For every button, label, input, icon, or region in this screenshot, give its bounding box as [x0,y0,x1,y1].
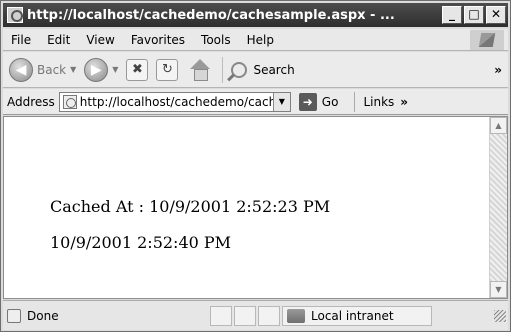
links-separator [354,91,356,112]
go-label: Go [321,94,339,109]
address-dropdown-icon[interactable]: ▼ [272,92,290,111]
links-button[interactable]: Links [363,95,394,109]
go-arrow-icon: ➜ [298,92,317,111]
toolbar-overflow-chevron[interactable]: » [494,63,502,77]
forward-button[interactable]: ▶ [84,57,109,82]
intranet-zone-icon [287,308,305,323]
address-url[interactable]: http://localhost/cachedemo/cachesample.a… [80,95,273,109]
status-panel [210,305,232,326]
forward-dropdown-icon[interactable]: ▼ [112,65,118,74]
search-icon [231,61,248,78]
address-label: Address [7,94,55,109]
back-arrow-icon: ◀ [9,57,33,82]
scroll-track[interactable] [490,134,507,281]
standard-toolbar: ◀ Back ▼ ▶ ▼ ✖ ↻ Search » [3,52,508,88]
back-button[interactable]: ◀ Back ▼ [9,57,76,82]
vertical-scrollbar[interactable]: ▲ ▼ [489,117,507,298]
resize-grip-icon[interactable] [494,309,506,322]
search-button[interactable]: Search [231,61,295,78]
home-button[interactable] [188,58,212,81]
document-body: Cached At : 10/9/2001 2:52:23 PM 10/9/20… [4,117,490,298]
security-zone-panel[interactable]: Local intranet [282,305,432,326]
window-title: http://localhost/cachedemo/cachesample.a… [27,7,395,23]
status-done-text: Done [27,308,59,323]
menu-help[interactable]: Help [239,33,282,47]
toolbar-separator [222,56,224,83]
ie-page-icon [7,7,23,23]
status-panel [234,305,256,326]
search-label: Search [253,62,295,77]
page-done-icon [7,308,21,323]
back-label: Back [37,62,67,77]
status-panel [258,305,280,326]
scroll-up-button[interactable]: ▲ [490,117,507,134]
page-content: Cached At : 10/9/2001 2:52:23 PM 10/9/20… [3,116,508,299]
refresh-button[interactable]: ↻ [156,58,179,81]
status-bar: Done Local intranet [3,300,508,330]
maximize-button[interactable]: □ [464,6,484,24]
zone-label: Local intranet [311,308,394,323]
address-input[interactable]: http://localhost/cachedemo/cachesample.a… [58,91,291,112]
links-overflow-chevron[interactable]: » [400,95,408,109]
menu-bar: File Edit View Favorites Tools Help [3,29,508,51]
go-button[interactable]: ➜ Go [298,92,339,111]
stop-button[interactable]: ✖ [126,58,149,81]
menu-file[interactable]: File [3,33,39,47]
minimize-button[interactable]: _ [442,6,462,24]
scroll-down-button[interactable]: ▼ [490,281,507,298]
menu-edit[interactable]: Edit [39,33,78,47]
close-button[interactable]: ✕ [486,6,506,24]
menu-favorites[interactable]: Favorites [123,33,193,47]
page-icon [62,94,77,109]
back-dropdown-icon[interactable]: ▼ [70,65,76,74]
title-bar[interactable]: http://localhost/cachedemo/cachesample.a… [3,3,508,27]
address-bar: Address http://localhost/cachedemo/cache… [3,89,508,115]
current-time-text: 10/9/2001 2:52:40 PM [50,233,232,252]
cached-at-text: Cached At : 10/9/2001 2:52:23 PM [50,197,331,216]
menu-view[interactable]: View [78,33,122,47]
windows-logo-icon [470,29,504,50]
menu-tools[interactable]: Tools [193,33,239,47]
browser-window: http://localhost/cachedemo/cachesample.a… [0,0,511,332]
status-text-panel: Done [3,308,208,323]
